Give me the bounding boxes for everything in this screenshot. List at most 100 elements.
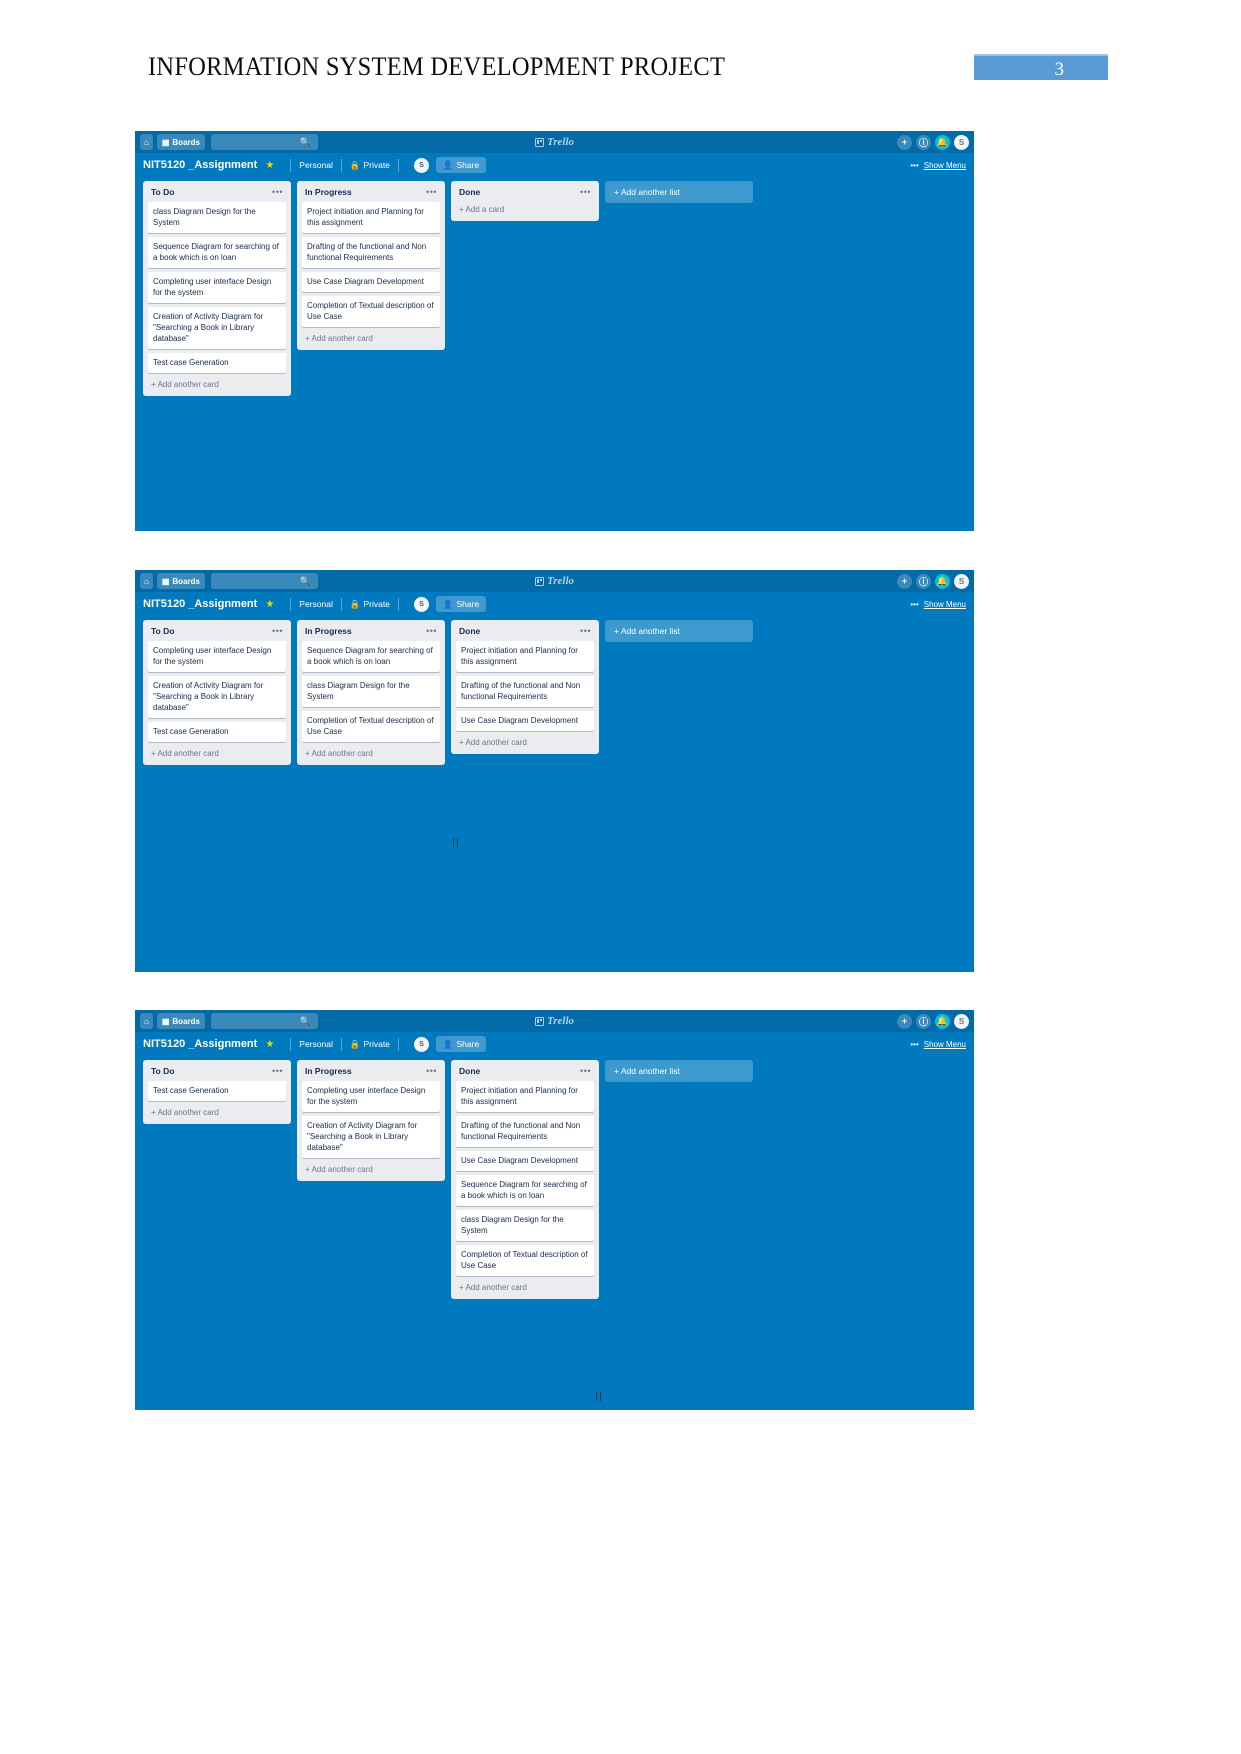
add-another-card-button[interactable]: + Add another card [148,377,286,394]
search-input[interactable] [210,1013,303,1029]
member-avatar[interactable]: S [413,596,429,612]
team-name[interactable]: Personal [299,1039,333,1049]
list-item[interactable]: Drafting of the functional and Non funct… [302,237,440,269]
list-item[interactable]: Sequence Diagram for searching of a book… [302,641,440,673]
add-another-list-button-1[interactable]: + Add another list [605,181,753,203]
menu-dots-icon: ••• [910,160,919,170]
list-item[interactable]: Drafting of the functional and Non funct… [456,1116,594,1148]
show-menu-link-2[interactable]: ••• Show Menu [910,600,966,609]
notifications-bell-icon[interactable]: 🔔 [935,573,950,589]
list-item[interactable]: Creation of Activity Diagram for "Search… [148,676,286,719]
search-field-3[interactable]: 🔍 [210,1013,318,1029]
add-a-card-button[interactable]: + Add a card [456,202,594,219]
search-field-1[interactable]: 🔍 [210,134,318,150]
trello-screenshot-3: ⌂ ▦ Boards 🔍 Trello + ⓘ 🔔 S NIT5120 _Ass… [135,1010,974,1410]
add-icon[interactable]: + [897,134,912,150]
add-icon[interactable]: + [897,1013,912,1029]
list-item[interactable]: Creation of Activity Diagram for "Search… [302,1116,440,1159]
visibility-label: Private [363,160,390,170]
member-avatar[interactable]: S [413,1036,429,1052]
list-item[interactable]: Completing user interface Design for the… [302,1081,440,1113]
add-another-card-button[interactable]: + Add another card [302,746,440,763]
list-item[interactable]: Sequence Diagram for searching of a book… [456,1175,594,1207]
add-another-card-button[interactable]: + Add another card [456,1280,594,1297]
list-menu-icon[interactable]: ••• [426,1067,437,1076]
visibility-button-2[interactable]: 🔒 Private [350,599,390,610]
list-item[interactable]: Use Case Diagram Development [456,1151,594,1172]
list-menu-icon[interactable]: ••• [272,188,283,197]
board-title[interactable]: NIT5120 _Assignment [143,1038,257,1050]
add-another-card-button[interactable]: + Add another card [302,331,440,348]
list-menu-icon[interactable]: ••• [580,1067,591,1076]
list-item[interactable]: Sequence Diagram for searching of a book… [148,237,286,269]
list-item[interactable]: Creation of Activity Diagram for "Search… [148,307,286,350]
list-item[interactable]: Project initiation and Planning for this… [456,641,594,673]
list-menu-icon[interactable]: ••• [272,1067,283,1076]
nav-right-group-1: + ⓘ 🔔 S [897,134,969,150]
board-title[interactable]: NIT5120 _Assignment [143,159,257,171]
board-title[interactable]: NIT5120 _Assignment [143,598,257,610]
list-item[interactable]: class Diagram Design for the System [302,676,440,708]
list-item[interactable]: Project initiation and Planning for this… [456,1081,594,1113]
star-icon[interactable]: ★ [265,599,274,610]
list-item[interactable]: Completion of Textual description of Use… [302,711,440,743]
notifications-bell-icon[interactable]: 🔔 [935,134,950,150]
nav-left-group-3: ⌂ ▦ Boards 🔍 [140,1013,318,1029]
boards-button-2[interactable]: ▦ Boards [156,573,205,589]
list-item[interactable]: Project initiation and Planning for this… [302,202,440,234]
visibility-button-1[interactable]: 🔒 Private [350,160,390,171]
list-item[interactable]: class Diagram Design for the System [148,202,286,234]
add-icon[interactable]: + [897,573,912,589]
boards-button-1[interactable]: ▦ Boards [156,134,205,150]
list-item[interactable]: Use Case Diagram Development [302,272,440,293]
list-item[interactable]: Test case Generation [148,1081,286,1102]
list-item[interactable]: Drafting of the functional and Non funct… [456,676,594,708]
share-button-1[interactable]: 👤 Share [435,157,487,173]
info-icon[interactable]: ⓘ [916,134,931,150]
list-item[interactable]: Use Case Diagram Development [456,711,594,732]
team-name[interactable]: Personal [299,160,333,170]
add-another-list-button-3[interactable]: + Add another list [605,1060,753,1082]
member-avatar[interactable]: S [413,157,429,173]
home-icon[interactable]: ⌂ [140,573,153,589]
list-menu-icon[interactable]: ••• [580,627,591,636]
info-icon[interactable]: ⓘ [916,573,931,589]
list-menu-icon[interactable]: ••• [426,627,437,636]
search-icon: 🔍 [299,1015,311,1026]
list-item[interactable]: Completion of Textual description of Use… [302,296,440,328]
add-another-list-button-2[interactable]: + Add another list [605,620,753,642]
show-menu-link-3[interactable]: ••• Show Menu [910,1040,966,1049]
notifications-bell-icon[interactable]: 🔔 [935,1013,950,1029]
share-button-2[interactable]: 👤 Share [435,596,487,612]
user-avatar[interactable]: S [954,1013,969,1029]
list-item[interactable]: Completing user interface Design for the… [148,641,286,673]
search-input[interactable] [210,573,303,589]
list-item[interactable]: Completing user interface Design for the… [148,272,286,304]
add-another-card-button[interactable]: + Add another card [148,1105,286,1122]
search-input[interactable] [210,134,303,150]
list-menu-icon[interactable]: ••• [580,188,591,197]
user-avatar[interactable]: S [954,134,969,150]
visibility-button-3[interactable]: 🔒 Private [350,1039,390,1050]
list-item[interactable]: Test case Generation [148,722,286,743]
star-icon[interactable]: ★ [265,160,274,171]
search-field-2[interactable]: 🔍 [210,573,318,589]
list-item[interactable]: class Diagram Design for the System [456,1210,594,1242]
boards-button-3[interactable]: ▦ Boards [156,1013,205,1029]
divider [290,1037,292,1051]
info-icon[interactable]: ⓘ [916,1013,931,1029]
home-icon[interactable]: ⌂ [140,134,153,150]
add-another-card-button[interactable]: + Add another card [148,746,286,763]
list-item[interactable]: Test case Generation [148,353,286,374]
list-item[interactable]: Completion of Textual description of Use… [456,1245,594,1277]
home-icon[interactable]: ⌂ [140,1013,153,1029]
show-menu-link-1[interactable]: ••• Show Menu [910,161,966,170]
star-icon[interactable]: ★ [265,1039,274,1050]
list-menu-icon[interactable]: ••• [426,188,437,197]
share-button-3[interactable]: 👤 Share [435,1036,487,1052]
add-another-card-button[interactable]: + Add another card [302,1162,440,1179]
list-menu-icon[interactable]: ••• [272,627,283,636]
team-name[interactable]: Personal [299,599,333,609]
user-avatar[interactable]: S [954,573,969,589]
add-another-card-button[interactable]: + Add another card [456,735,594,752]
